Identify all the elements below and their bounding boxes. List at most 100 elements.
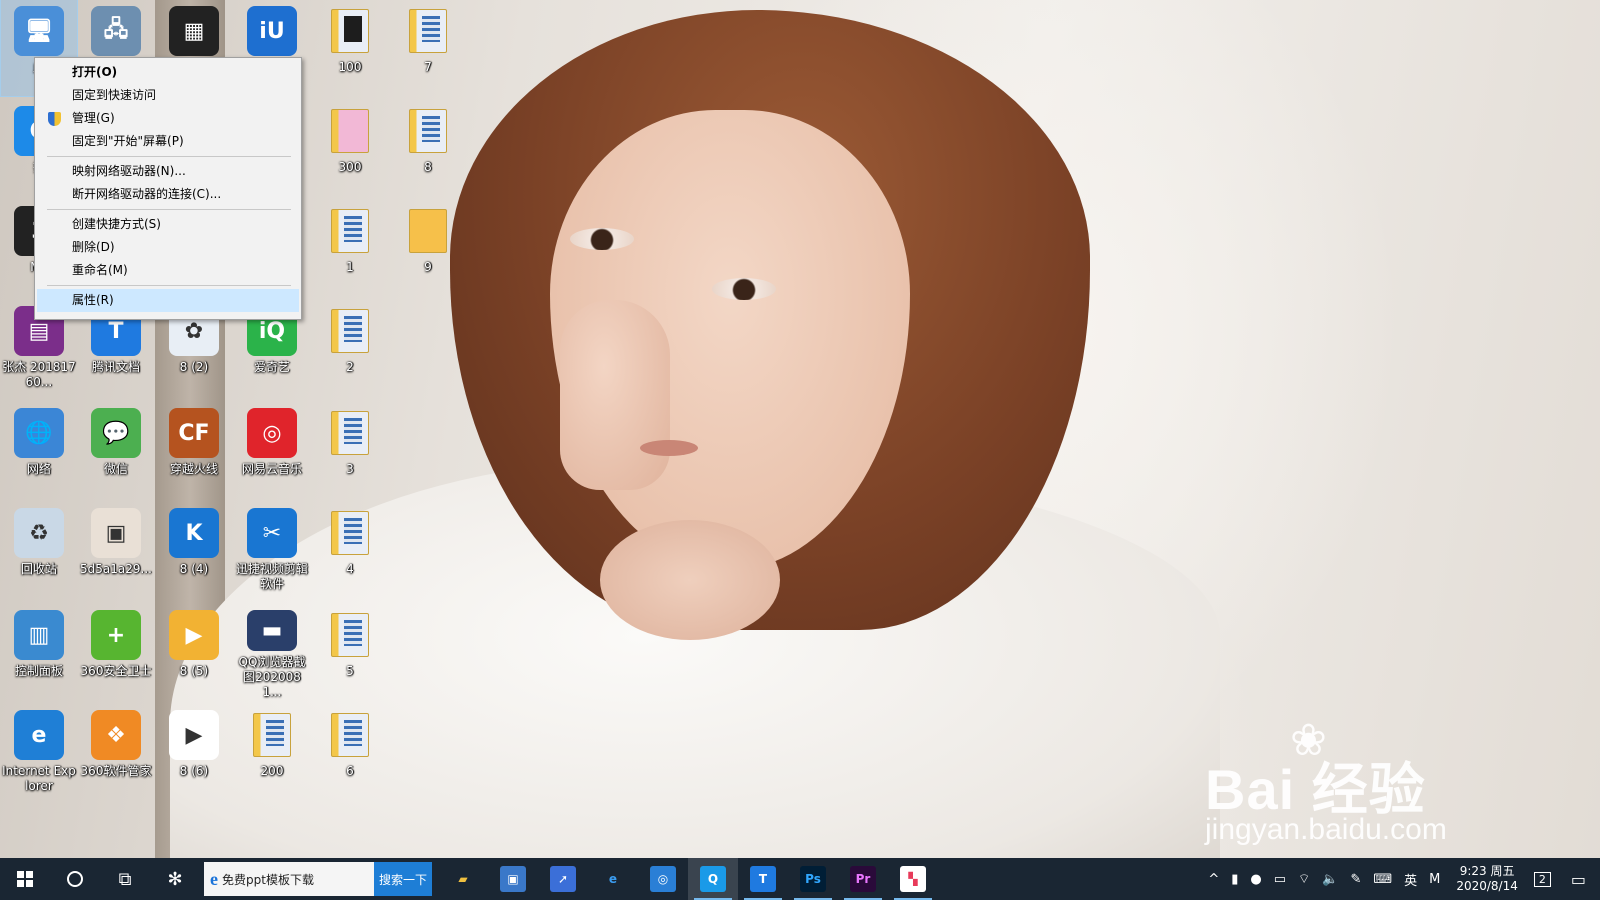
desktop-icon-folder-4[interactable]: 4 bbox=[312, 502, 388, 598]
search-go-button[interactable]: 搜索一下 bbox=[374, 862, 432, 896]
desktop-icon-label: 8 (5) bbox=[179, 664, 209, 678]
task-view-button[interactable]: ⧉ bbox=[100, 858, 150, 900]
tray-icon-2[interactable]: ● bbox=[1244, 858, 1267, 900]
desktop-icon-crossfire[interactable]: CF 穿越火线 bbox=[156, 402, 232, 498]
task-view-icon: ⧉ bbox=[118, 868, 132, 890]
app-84-icon: K bbox=[169, 508, 219, 558]
desktop-icon-label: 8 (4) bbox=[179, 562, 209, 576]
desktop-icon-control-panel[interactable]: ▥ 控制面板 bbox=[1, 604, 77, 700]
cortana-button[interactable] bbox=[50, 858, 100, 900]
taskbar-store-button[interactable]: ▣ bbox=[488, 858, 538, 900]
desktop-icon-folder-9[interactable]: 9 bbox=[390, 200, 466, 296]
context-menu-item[interactable]: 打开(O) bbox=[37, 61, 299, 84]
tray-icon-4[interactable]: ⌔ bbox=[1292, 858, 1316, 900]
desktop-icon-label: 7 bbox=[424, 60, 432, 74]
wallpaper-eye-right bbox=[712, 278, 776, 300]
desktop-icon-label: 8 bbox=[424, 160, 432, 174]
desktop-icon-youku[interactable]: ▶ 8 (6) bbox=[156, 704, 232, 800]
taskbar-app-q-button[interactable]: Q bbox=[688, 858, 738, 900]
taskbar-explorer-button[interactable]: ▰ bbox=[438, 858, 488, 900]
desktop-icon-label: 迅捷视频剪辑软件 bbox=[235, 562, 308, 591]
context-menu-item[interactable]: 删除(D) bbox=[37, 236, 299, 259]
desktop-icon-folder-8[interactable]: 8 bbox=[390, 100, 466, 196]
desktop-icon-label: 6 bbox=[346, 764, 354, 778]
tray-icon-9[interactable]: M bbox=[1423, 858, 1446, 900]
taskbar-tencent-docs-tb-button[interactable]: T bbox=[738, 858, 788, 900]
pinwheel-app-button[interactable]: ✻ bbox=[150, 858, 200, 900]
browser-search-box[interactable]: e 免费ppt模板下载 bbox=[204, 862, 374, 896]
notification-count-button[interactable]: 2 bbox=[1528, 858, 1557, 900]
desktop-icon-label: 5d5a1a29... bbox=[80, 562, 152, 576]
desktop-icon-label: 4 bbox=[346, 562, 354, 576]
folder-6-icon bbox=[325, 710, 375, 760]
taskbar-photoshop-button[interactable]: Ps bbox=[788, 858, 838, 900]
desktop-icon-folder-1[interactable]: 1 bbox=[312, 200, 388, 296]
desktop-icon-folder-3[interactable]: 3 bbox=[312, 402, 388, 498]
desktop-icon-folder-200[interactable]: 200 bbox=[234, 704, 310, 800]
context-menu-item[interactable]: 管理(G) bbox=[37, 107, 299, 130]
recycle-bin-icon: ♻ bbox=[14, 508, 64, 558]
taskbar-app-color-button[interactable]: ▚ bbox=[888, 858, 938, 900]
tray-icon-1[interactable]: ▮ bbox=[1225, 858, 1244, 900]
desktop-icon-netease-music[interactable]: ◎ 网易云音乐 bbox=[234, 402, 310, 498]
desktop-icon-folder-5[interactable]: 5 bbox=[312, 604, 388, 700]
desktop-icon-app-84[interactable]: K 8 (4) bbox=[156, 502, 232, 598]
desktop-icon-folder-6[interactable]: 6 bbox=[312, 704, 388, 800]
context-menu-item[interactable]: 创建快捷方式(S) bbox=[37, 213, 299, 236]
folder-9-icon bbox=[403, 206, 453, 256]
tray-icon-6[interactable]: ✎ bbox=[1344, 858, 1367, 900]
desktop-icon-label: 200 bbox=[260, 764, 284, 778]
desktop-icon-qq-screenshot[interactable]: ▬ QQ浏览器截图2020081... bbox=[234, 604, 310, 700]
context-menu-item[interactable]: 映射网络驱动器(N)... bbox=[37, 160, 299, 183]
context-menu-item[interactable]: 固定到快速访问 bbox=[37, 84, 299, 107]
clock-date: 2020/8/14 bbox=[1456, 879, 1518, 893]
menu-item-label: 重命名(M) bbox=[72, 263, 128, 277]
desktop-icon-folder-7[interactable]: 7 bbox=[390, 0, 466, 96]
start-button[interactable] bbox=[0, 858, 50, 900]
desktop-icon-recycle-bin[interactable]: ♻ 回收站 bbox=[1, 502, 77, 598]
action-center-button[interactable]: ▭ bbox=[1557, 870, 1600, 889]
desktop-icon-label: 9 bbox=[424, 260, 432, 274]
tray-icon-7[interactable]: ⌨ bbox=[1367, 858, 1398, 900]
context-menu-item[interactable]: 断开网络驱动器的连接(C)... bbox=[37, 183, 299, 206]
taskbar-premiere-button[interactable]: Pr bbox=[838, 858, 888, 900]
windows-logo-icon bbox=[17, 871, 33, 887]
video-icon: ▦ bbox=[169, 6, 219, 56]
desktop-icon-label: 300 bbox=[338, 160, 362, 174]
desktop-icon-folder-100[interactable]: 100 bbox=[312, 0, 388, 96]
taskbar-app-ring-button[interactable]: ◎ bbox=[638, 858, 688, 900]
folder-4-icon bbox=[325, 508, 375, 558]
youku-icon: ▶ bbox=[169, 710, 219, 760]
tray-icon-0[interactable]: ^ bbox=[1202, 858, 1225, 900]
notification-count-icon: 2 bbox=[1533, 871, 1551, 887]
desktop-icon-internet-explorer[interactable]: e Internet Explorer bbox=[1, 704, 77, 800]
menu-separator bbox=[47, 285, 291, 286]
control-panel-icon: ▥ bbox=[14, 610, 64, 660]
desktop-icon-label: 控制面板 bbox=[14, 664, 63, 678]
context-menu-item[interactable]: 固定到"开始"屏幕(P) bbox=[37, 130, 299, 153]
tray-icon-3[interactable]: ▭ bbox=[1268, 858, 1292, 900]
context-menu-item[interactable]: 重命名(M) bbox=[37, 259, 299, 282]
app-bird-icon: ➚ bbox=[550, 866, 576, 892]
desktop-icon-360-safe[interactable]: +360安全卫士 bbox=[78, 604, 154, 700]
desktop-icon-folder-300[interactable]: 300 bbox=[312, 100, 388, 196]
desktop-icon-label: 网络 bbox=[26, 462, 51, 476]
desktop-icon-network[interactable]: 🌐 网络 bbox=[1, 402, 77, 498]
taskbar: ⧉ ✻ e 免费ppt模板下载 搜索一下 ▰ ▣ ➚ e ◎ Q T Ps Pr ▚ ^ ▮ ● ▭ ⌔ 🔈… bbox=[0, 858, 1600, 900]
taskbar-edge-button[interactable]: e bbox=[588, 858, 638, 900]
desktop-icon-folder-2[interactable]: 2 bbox=[312, 300, 388, 396]
desktop-icon-label: 360安全卫士 bbox=[80, 664, 152, 678]
desktop-icon-wechat[interactable]: 💬 微信 bbox=[78, 402, 154, 498]
menu-item-label: 固定到"开始"屏幕(P) bbox=[72, 134, 184, 148]
desktop-icon-label: 3 bbox=[346, 462, 354, 476]
clock[interactable]: 9:23 周五 2020/8/14 bbox=[1446, 864, 1528, 894]
desktop-icon-photo-file[interactable]: ▣ 5d5a1a29... bbox=[78, 502, 154, 598]
desktop-icon-app-85[interactable]: ▶ 8 (5) bbox=[156, 604, 232, 700]
desktop-icon-360-manager[interactable]: ❖ 360软件管家 bbox=[78, 704, 154, 800]
desktop-icon-label: 微信 bbox=[103, 462, 128, 476]
tray-icon-5[interactable]: 🔈 bbox=[1316, 858, 1344, 900]
taskbar-app-bird-button[interactable]: ➚ bbox=[538, 858, 588, 900]
desktop-icon-video-editor[interactable]: ✂ 迅捷视频剪辑软件 bbox=[234, 502, 310, 598]
tray-icon-8[interactable]: 英 bbox=[1398, 858, 1423, 900]
context-menu-item[interactable]: 属性(R) bbox=[37, 289, 299, 312]
